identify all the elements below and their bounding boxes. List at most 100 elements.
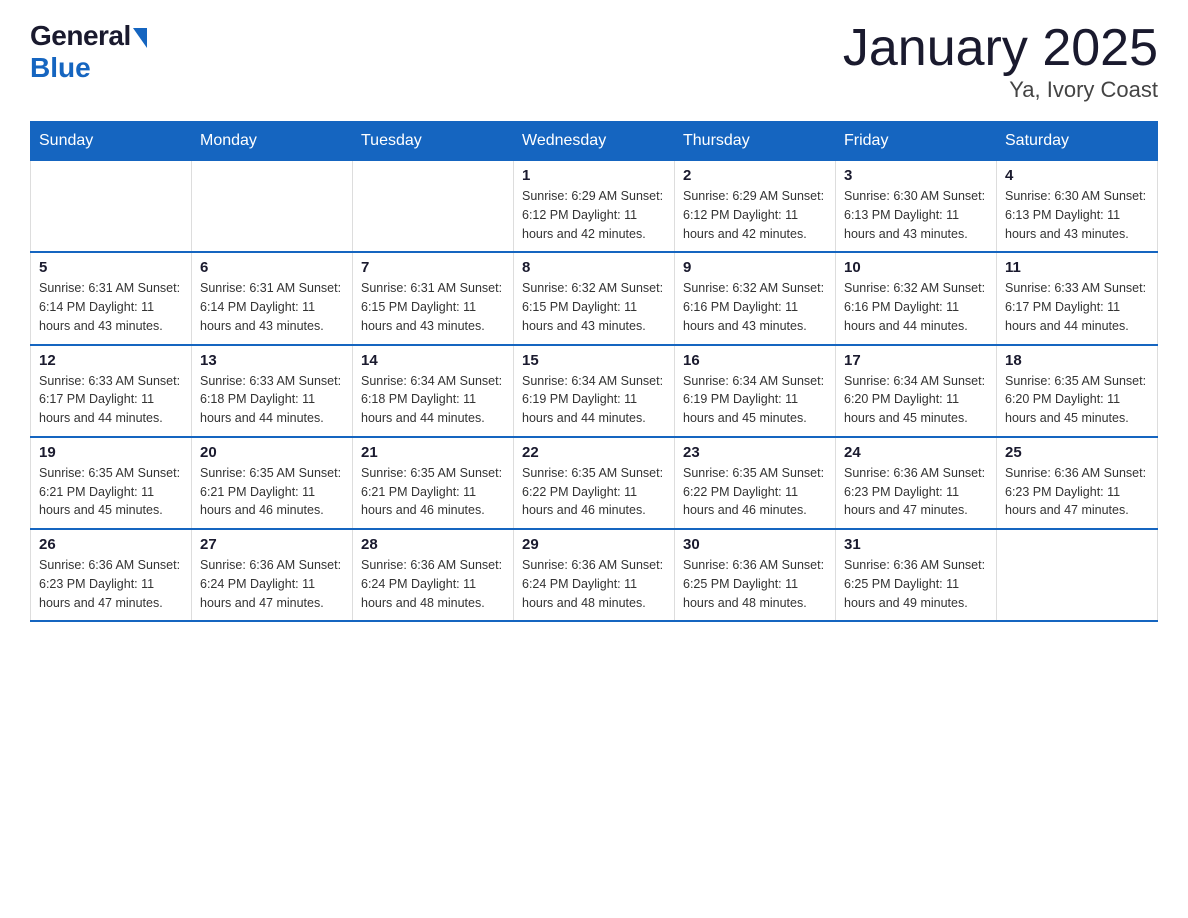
day-number: 26 xyxy=(39,536,183,553)
day-info: Sunrise: 6:34 AM Sunset: 6:19 PM Dayligh… xyxy=(683,372,827,428)
calendar-cell: 1 Sunrise: 6:29 AM Sunset: 6:12 PM Daylig… xyxy=(514,161,675,253)
day-number: 3 xyxy=(844,167,988,184)
calendar-cell: 12 Sunrise: 6:33 AM Sunset: 6:17 PM Dayli… xyxy=(31,345,192,437)
day-number: 30 xyxy=(683,536,827,553)
day-number: 23 xyxy=(683,444,827,461)
logo-triangle-icon xyxy=(133,28,147,48)
day-info: Sunrise: 6:36 AM Sunset: 6:23 PM Dayligh… xyxy=(39,556,183,612)
calendar-cell: 15 Sunrise: 6:34 AM Sunset: 6:19 PM Dayli… xyxy=(514,345,675,437)
calendar-cell: 11 Sunrise: 6:33 AM Sunset: 6:17 PM Dayli… xyxy=(997,252,1158,344)
day-info: Sunrise: 6:35 AM Sunset: 6:22 PM Dayligh… xyxy=(683,464,827,520)
day-number: 14 xyxy=(361,352,505,369)
header-monday: Monday xyxy=(192,122,353,161)
day-number: 15 xyxy=(522,352,666,369)
day-info: Sunrise: 6:34 AM Sunset: 6:18 PM Dayligh… xyxy=(361,372,505,428)
calendar-header-row: SundayMondayTuesdayWednesdayThursdayFrid… xyxy=(31,122,1158,161)
calendar-cell xyxy=(31,161,192,253)
day-number: 7 xyxy=(361,259,505,276)
title-block: January 2025 Ya, Ivory Coast xyxy=(843,20,1158,103)
day-info: Sunrise: 6:36 AM Sunset: 6:24 PM Dayligh… xyxy=(522,556,666,612)
day-number: 21 xyxy=(361,444,505,461)
header-tuesday: Tuesday xyxy=(353,122,514,161)
day-info: Sunrise: 6:34 AM Sunset: 6:19 PM Dayligh… xyxy=(522,372,666,428)
calendar-cell xyxy=(997,529,1158,621)
calendar-cell: 24 Sunrise: 6:36 AM Sunset: 6:23 PM Dayli… xyxy=(836,437,997,529)
day-number: 8 xyxy=(522,259,666,276)
day-number: 28 xyxy=(361,536,505,553)
calendar-cell: 30Sunrise: 6:36 AM Sunset: 6:25 PM Dayli… xyxy=(675,529,836,621)
day-info: Sunrise: 6:32 AM Sunset: 6:15 PM Dayligh… xyxy=(522,279,666,335)
calendar-cell: 13 Sunrise: 6:33 AM Sunset: 6:18 PM Dayli… xyxy=(192,345,353,437)
day-number: 10 xyxy=(844,259,988,276)
day-number: 4 xyxy=(1005,167,1149,184)
calendar-cell: 25Sunrise: 6:36 AM Sunset: 6:23 PM Dayli… xyxy=(997,437,1158,529)
day-info: Sunrise: 6:35 AM Sunset: 6:21 PM Dayligh… xyxy=(361,464,505,520)
day-info: Sunrise: 6:35 AM Sunset: 6:21 PM Dayligh… xyxy=(200,464,344,520)
calendar-table: SundayMondayTuesdayWednesdayThursdayFrid… xyxy=(30,121,1158,622)
calendar-cell: 26 Sunrise: 6:36 AM Sunset: 6:23 PM Dayli… xyxy=(31,529,192,621)
logo-blue-text: Blue xyxy=(30,52,91,84)
calendar-week-row: 19 Sunrise: 6:35 AM Sunset: 6:21 PM Dayli… xyxy=(31,437,1158,529)
page-header: General Blue January 2025 Ya, Ivory Coas… xyxy=(30,20,1158,103)
calendar-cell: 4 Sunrise: 6:30 AM Sunset: 6:13 PM Daylig… xyxy=(997,161,1158,253)
calendar-cell: 31Sunrise: 6:36 AM Sunset: 6:25 PM Dayli… xyxy=(836,529,997,621)
calendar-cell: 8 Sunrise: 6:32 AM Sunset: 6:15 PM Daylig… xyxy=(514,252,675,344)
calendar-cell: 6 Sunrise: 6:31 AM Sunset: 6:14 PM Daylig… xyxy=(192,252,353,344)
calendar-cell: 2 Sunrise: 6:29 AM Sunset: 6:12 PM Daylig… xyxy=(675,161,836,253)
day-info: Sunrise: 6:30 AM Sunset: 6:13 PM Dayligh… xyxy=(1005,187,1149,243)
day-number: 6 xyxy=(200,259,344,276)
day-info: Sunrise: 6:36 AM Sunset: 6:23 PM Dayligh… xyxy=(844,464,988,520)
day-number: 27 xyxy=(200,536,344,553)
calendar-cell xyxy=(192,161,353,253)
day-number: 22 xyxy=(522,444,666,461)
day-info: Sunrise: 6:33 AM Sunset: 6:18 PM Dayligh… xyxy=(200,372,344,428)
day-info: Sunrise: 6:35 AM Sunset: 6:20 PM Dayligh… xyxy=(1005,372,1149,428)
calendar-cell: 3 Sunrise: 6:30 AM Sunset: 6:13 PM Daylig… xyxy=(836,161,997,253)
calendar-week-row: 26 Sunrise: 6:36 AM Sunset: 6:23 PM Dayli… xyxy=(31,529,1158,621)
day-number: 16 xyxy=(683,352,827,369)
day-number: 13 xyxy=(200,352,344,369)
day-info: Sunrise: 6:32 AM Sunset: 6:16 PM Dayligh… xyxy=(844,279,988,335)
day-info: Sunrise: 6:29 AM Sunset: 6:12 PM Dayligh… xyxy=(522,187,666,243)
calendar-cell: 16 Sunrise: 6:34 AM Sunset: 6:19 PM Dayli… xyxy=(675,345,836,437)
calendar-cell: 17Sunrise: 6:34 AM Sunset: 6:20 PM Dayli… xyxy=(836,345,997,437)
header-wednesday: Wednesday xyxy=(514,122,675,161)
calendar-cell: 19 Sunrise: 6:35 AM Sunset: 6:21 PM Dayli… xyxy=(31,437,192,529)
calendar-cell: 21 Sunrise: 6:35 AM Sunset: 6:21 PM Dayli… xyxy=(353,437,514,529)
calendar-cell: 7 Sunrise: 6:31 AM Sunset: 6:15 PM Daylig… xyxy=(353,252,514,344)
calendar-cell: 28Sunrise: 6:36 AM Sunset: 6:24 PM Dayli… xyxy=(353,529,514,621)
day-info: Sunrise: 6:31 AM Sunset: 6:14 PM Dayligh… xyxy=(39,279,183,335)
day-number: 5 xyxy=(39,259,183,276)
day-number: 1 xyxy=(522,167,666,184)
day-info: Sunrise: 6:33 AM Sunset: 6:17 PM Dayligh… xyxy=(1005,279,1149,335)
day-info: Sunrise: 6:29 AM Sunset: 6:12 PM Dayligh… xyxy=(683,187,827,243)
calendar-cell: 20Sunrise: 6:35 AM Sunset: 6:21 PM Dayli… xyxy=(192,437,353,529)
calendar-cell xyxy=(353,161,514,253)
day-info: Sunrise: 6:36 AM Sunset: 6:25 PM Dayligh… xyxy=(844,556,988,612)
day-number: 24 xyxy=(844,444,988,461)
day-info: Sunrise: 6:31 AM Sunset: 6:14 PM Dayligh… xyxy=(200,279,344,335)
day-info: Sunrise: 6:36 AM Sunset: 6:23 PM Dayligh… xyxy=(1005,464,1149,520)
calendar-cell: 5 Sunrise: 6:31 AM Sunset: 6:14 PM Daylig… xyxy=(31,252,192,344)
day-info: Sunrise: 6:31 AM Sunset: 6:15 PM Dayligh… xyxy=(361,279,505,335)
day-number: 9 xyxy=(683,259,827,276)
day-number: 11 xyxy=(1005,259,1149,276)
calendar-cell: 23 Sunrise: 6:35 AM Sunset: 6:22 PM Dayli… xyxy=(675,437,836,529)
day-number: 29 xyxy=(522,536,666,553)
day-number: 19 xyxy=(39,444,183,461)
calendar-location: Ya, Ivory Coast xyxy=(843,77,1158,103)
day-info: Sunrise: 6:35 AM Sunset: 6:21 PM Dayligh… xyxy=(39,464,183,520)
day-number: 12 xyxy=(39,352,183,369)
day-number: 2 xyxy=(683,167,827,184)
calendar-week-row: 1 Sunrise: 6:29 AM Sunset: 6:12 PM Daylig… xyxy=(31,161,1158,253)
day-info: Sunrise: 6:30 AM Sunset: 6:13 PM Dayligh… xyxy=(844,187,988,243)
calendar-title: January 2025 xyxy=(843,20,1158,77)
header-friday: Friday xyxy=(836,122,997,161)
calendar-week-row: 5 Sunrise: 6:31 AM Sunset: 6:14 PM Daylig… xyxy=(31,252,1158,344)
day-info: Sunrise: 6:33 AM Sunset: 6:17 PM Dayligh… xyxy=(39,372,183,428)
day-info: Sunrise: 6:36 AM Sunset: 6:24 PM Dayligh… xyxy=(200,556,344,612)
header-saturday: Saturday xyxy=(997,122,1158,161)
logo: General Blue xyxy=(30,20,147,84)
calendar-cell: 29 Sunrise: 6:36 AM Sunset: 6:24 PM Dayli… xyxy=(514,529,675,621)
calendar-cell: 18Sunrise: 6:35 AM Sunset: 6:20 PM Dayli… xyxy=(997,345,1158,437)
